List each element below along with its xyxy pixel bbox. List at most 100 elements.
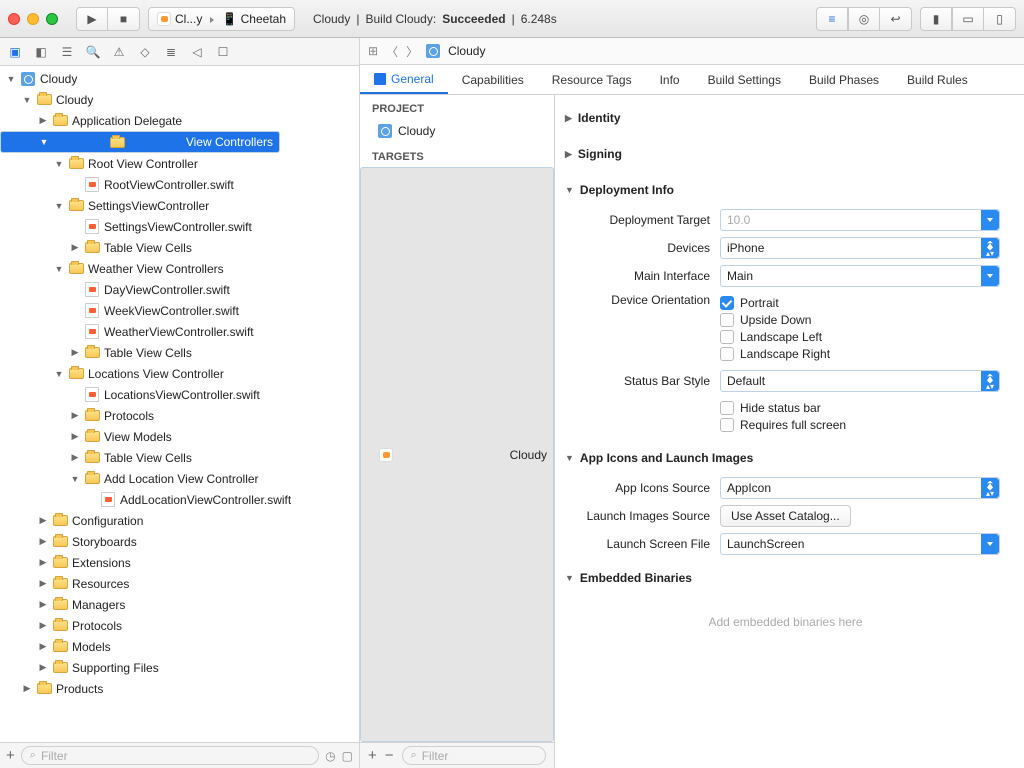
disclosure-icon[interactable] [38, 557, 48, 568]
embedded-binaries-section-header[interactable]: ▼Embedded Binaries [565, 565, 1006, 591]
disclosure-icon[interactable] [70, 242, 80, 253]
hide-status-bar-checkbox[interactable]: Hide status bar [720, 401, 846, 415]
tree-row[interactable]: RootViewController.swift [0, 174, 359, 195]
tree-row[interactable]: Table View Cells [0, 342, 359, 363]
tab-build-rules[interactable]: Build Rules [893, 65, 982, 94]
debug-navigator-icon[interactable]: ≣ [162, 43, 180, 61]
editor-standard-button[interactable]: ≡ [816, 7, 848, 31]
tree-row[interactable]: SettingsViewController [0, 195, 359, 216]
toggle-debug-button[interactable]: ▭ [952, 7, 984, 31]
disclosure-icon[interactable] [22, 683, 32, 694]
identity-section-header[interactable]: ▶Identity [565, 105, 1006, 131]
run-button[interactable]: ▶ [76, 7, 108, 31]
scheme-selector[interactable]: Cl...y 📱 Cheetah [148, 7, 295, 31]
report-navigator-icon[interactable]: ☐ [214, 43, 232, 61]
find-navigator-icon[interactable]: 🔍 [84, 43, 102, 61]
tree-row[interactable]: Cloudy [0, 68, 359, 89]
disclosure-icon[interactable] [38, 536, 48, 547]
tree-row[interactable]: Root View Controller [0, 153, 359, 174]
project-navigator-icon[interactable]: ▣ [6, 43, 24, 61]
disclosure-icon[interactable] [38, 578, 48, 589]
tab-build-phases[interactable]: Build Phases [795, 65, 893, 94]
jump-bar[interactable]: ⊞ 〈 〉 Cloudy [360, 38, 1024, 65]
tab-build-settings[interactable]: Build Settings [694, 65, 795, 94]
scm-filter-button[interactable]: ▢ [342, 749, 353, 763]
close-window-button[interactable] [8, 13, 20, 25]
tree-row[interactable]: Managers [0, 594, 359, 615]
recent-filter-button[interactable]: ◷ [325, 749, 335, 763]
disclosure-icon[interactable] [70, 410, 80, 421]
related-items-icon[interactable]: ⊞ [368, 44, 378, 58]
tree-row[interactable]: Models [0, 636, 359, 657]
tree-row[interactable]: Supporting Files [0, 657, 359, 678]
tree-row[interactable]: Cloudy [0, 89, 359, 110]
navigator-filter[interactable]: ⌕ Filter [21, 746, 319, 765]
disclosure-icon[interactable] [38, 662, 48, 673]
tree-row[interactable]: Storyboards [0, 531, 359, 552]
editor-assistant-button[interactable]: ◎ [848, 7, 880, 31]
symbol-navigator-icon[interactable]: ☰ [58, 43, 76, 61]
stop-button[interactable]: ■ [108, 7, 140, 31]
landscape-left-checkbox[interactable]: Landscape Left [720, 330, 830, 344]
breakpoint-navigator-icon[interactable]: ◁ [188, 43, 206, 61]
zoom-window-button[interactable] [46, 13, 58, 25]
tree-row[interactable]: View Models [0, 426, 359, 447]
tree-row[interactable]: Protocols [0, 405, 359, 426]
use-asset-catalog-button[interactable]: Use Asset Catalog... [720, 505, 851, 527]
tab-general[interactable]: General [360, 65, 448, 94]
tree-row[interactable]: SettingsViewController.swift [0, 216, 359, 237]
remove-target-button[interactable]: − [385, 747, 394, 764]
disclosure-icon[interactable] [54, 201, 64, 211]
forward-button-icon[interactable]: 〉 [406, 43, 418, 60]
devices-select[interactable]: iPhone▴▾ [720, 237, 1000, 259]
disclosure-icon[interactable] [54, 369, 64, 379]
tree-row[interactable]: Resources [0, 573, 359, 594]
add-target-button[interactable]: + [368, 747, 377, 764]
disclosure-icon[interactable] [54, 264, 64, 274]
tree-row[interactable]: AddLocationViewController.swift [0, 489, 359, 510]
add-file-button[interactable]: + [6, 747, 15, 764]
upside-down-checkbox[interactable]: Upside Down [720, 313, 830, 327]
issue-navigator-icon[interactable]: ⚠ [110, 43, 128, 61]
disclosure-icon[interactable] [39, 137, 49, 147]
disclosure-icon[interactable] [54, 159, 64, 169]
test-navigator-icon[interactable]: ◇ [136, 43, 154, 61]
main-interface-select[interactable]: Main [720, 265, 1000, 287]
tree-row[interactable]: DayViewController.swift [0, 279, 359, 300]
disclosure-icon[interactable] [38, 515, 48, 526]
disclosure-icon[interactable] [70, 431, 80, 442]
disclosure-icon[interactable] [38, 115, 48, 126]
tree-row[interactable]: Weather View Controllers [0, 258, 359, 279]
target-item[interactable]: Cloudy [360, 167, 554, 742]
disclosure-icon[interactable] [38, 599, 48, 610]
tree-row[interactable]: WeekViewController.swift [0, 300, 359, 321]
tree-row[interactable]: Products [0, 678, 359, 699]
jump-bar-path[interactable]: Cloudy [448, 44, 485, 58]
tree-row[interactable]: View Controllers [0, 131, 280, 153]
tree-row[interactable]: WeatherViewController.swift [0, 321, 359, 342]
tree-row[interactable]: LocationsViewController.swift [0, 384, 359, 405]
tab-capabilities[interactable]: Capabilities [448, 65, 538, 94]
deployment-section-header[interactable]: ▼Deployment Info [565, 177, 1006, 203]
launch-screen-select[interactable]: LaunchScreen [720, 533, 1000, 555]
tree-row[interactable]: Application Delegate [0, 110, 359, 131]
toggle-navigator-button[interactable]: ▮ [920, 7, 952, 31]
requires-full-screen-checkbox[interactable]: Requires full screen [720, 418, 846, 432]
disclosure-icon[interactable] [38, 641, 48, 652]
disclosure-icon[interactable] [70, 347, 80, 358]
status-bar-style-select[interactable]: Default▴▾ [720, 370, 1000, 392]
disclosure-icon[interactable] [70, 474, 80, 484]
disclosure-icon[interactable] [70, 452, 80, 463]
file-tree[interactable]: CloudyCloudyApplication DelegateView Con… [0, 66, 359, 742]
portrait-checkbox[interactable]: Portrait [720, 296, 830, 310]
tree-row[interactable]: Table View Cells [0, 447, 359, 468]
app-icons-source-select[interactable]: AppIcon▴▾ [720, 477, 1000, 499]
disclosure-icon[interactable] [6, 74, 16, 84]
source-control-navigator-icon[interactable]: ◧ [32, 43, 50, 61]
disclosure-icon[interactable] [38, 620, 48, 631]
tree-row[interactable]: Table View Cells [0, 237, 359, 258]
app-icons-section-header[interactable]: ▼App Icons and Launch Images [565, 445, 1006, 471]
toggle-inspector-button[interactable]: ▯ [984, 7, 1016, 31]
tab-resource-tags[interactable]: Resource Tags [538, 65, 646, 94]
editor-version-button[interactable]: ↩ [880, 7, 912, 31]
